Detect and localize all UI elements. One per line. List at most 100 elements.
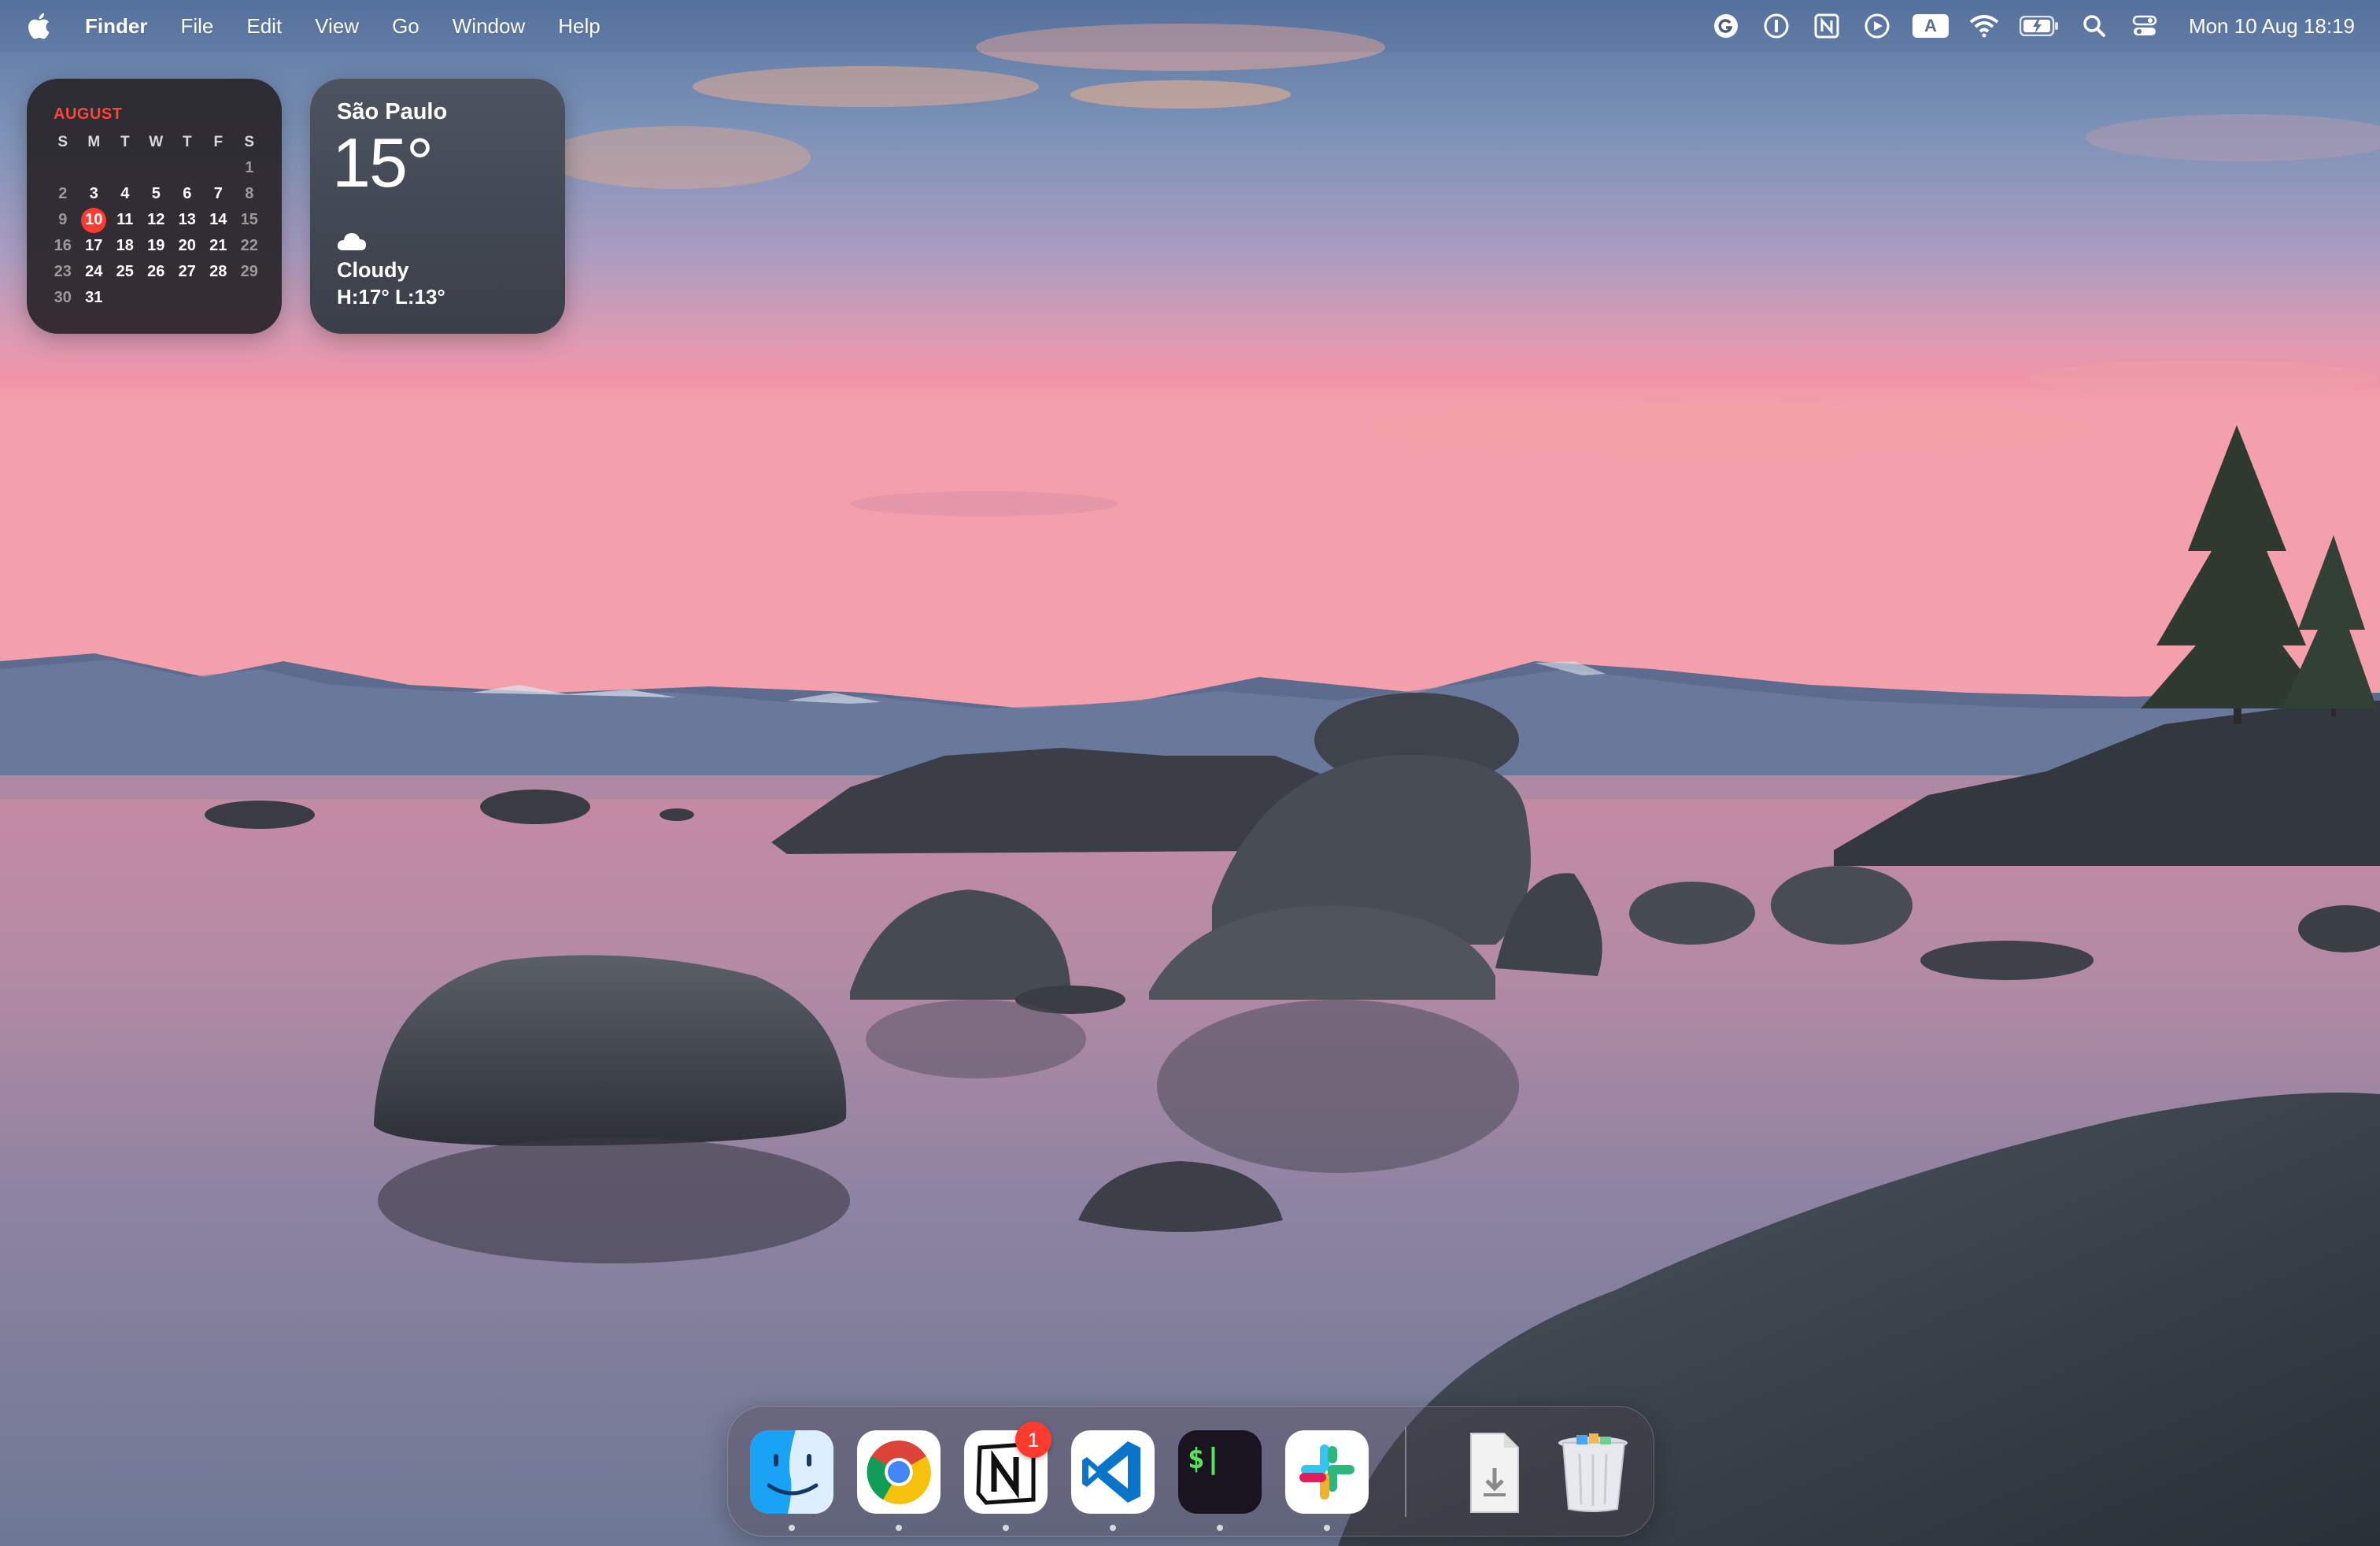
running-indicator-slack xyxy=(1324,1525,1330,1531)
calendar-month: AUGUST xyxy=(54,105,123,123)
finder-icon xyxy=(750,1430,833,1514)
notion-menubar-icon[interactable] xyxy=(1811,10,1842,42)
wifi-icon[interactable] xyxy=(1968,10,2000,42)
downloads-stack-icon xyxy=(1451,1430,1534,1514)
calendar-weekday-header: S xyxy=(244,133,255,150)
terminal-prompt: $| xyxy=(1188,1443,1222,1475)
calendar-weekday-header: T xyxy=(182,133,192,150)
desktop: Finder File Edit View Go Window Help A M… xyxy=(0,0,2380,1546)
calendar-day[interactable]: 12 xyxy=(141,207,172,233)
menu-help[interactable]: Help xyxy=(558,14,600,39)
input-source-label: A xyxy=(1924,16,1937,35)
menu-go[interactable]: Go xyxy=(392,14,419,39)
calendar-empty-cell xyxy=(79,155,110,181)
terminal-icon: $| xyxy=(1178,1430,1262,1514)
cloud-icon xyxy=(337,231,367,252)
calendar-empty-cell xyxy=(109,155,141,181)
calendar-empty-cell xyxy=(203,285,235,311)
dock-divider xyxy=(1405,1427,1406,1517)
menu-file[interactable]: File xyxy=(180,14,213,39)
running-indicator-terminal xyxy=(1217,1525,1223,1531)
calendar-day[interactable]: 7 xyxy=(203,181,235,207)
menu-app-name[interactable]: Finder xyxy=(85,14,147,39)
calendar-day[interactable]: 25 xyxy=(109,259,141,285)
calendar-day[interactable]: 13 xyxy=(172,207,203,233)
calendar-day[interactable]: 17 xyxy=(79,233,110,259)
calendar-weekday-header: S xyxy=(57,133,68,150)
calendar-day[interactable]: 1 xyxy=(234,155,265,181)
calendar-empty-cell xyxy=(141,155,172,181)
dock-terminal[interactable]: $| xyxy=(1178,1430,1262,1514)
calendar-day[interactable]: 9 xyxy=(47,207,79,233)
calendar-day[interactable]: 18 xyxy=(109,233,141,259)
calendar-day[interactable]: 8 xyxy=(234,181,265,207)
dock-finder[interactable] xyxy=(750,1430,833,1514)
weather-high-low: H:17° L:13° xyxy=(337,285,445,309)
calendar-day[interactable]: 23 xyxy=(47,259,79,285)
notion-notification-badge: 1 xyxy=(1015,1422,1051,1458)
calendar-empty-cell xyxy=(234,285,265,311)
calendar-today-label: 10 xyxy=(81,207,107,233)
calendar-empty-cell xyxy=(172,285,203,311)
calendar-day[interactable]: 19 xyxy=(141,233,172,259)
calendar-day[interactable]: 29 xyxy=(234,259,265,285)
onepassword-icon[interactable] xyxy=(1761,10,1792,42)
calendar-day[interactable]: 21 xyxy=(203,233,235,259)
calendar-day[interactable]: 15 xyxy=(234,207,265,233)
dock-slack[interactable] xyxy=(1285,1430,1369,1514)
calendar-empty-cell xyxy=(203,155,235,181)
weather-condition: Cloudy xyxy=(337,258,409,282)
calendar-day[interactable]: 3 xyxy=(79,181,110,207)
input-source-icon[interactable]: A xyxy=(1912,10,1949,42)
vscode-icon xyxy=(1071,1430,1155,1514)
calendar-weekday-header: F xyxy=(213,133,224,150)
calendar-day[interactable]: 2 xyxy=(47,181,79,207)
calendar-widget[interactable]: AUGUST S M T W T F S 1 2 3 4 5 6 7 8 9 10 11 12 13 14 15 16 17 1… xyxy=(27,79,282,334)
calendar-day[interactable]: 4 xyxy=(109,181,141,207)
dock: $| xyxy=(727,1406,1654,1537)
battery-icon[interactable] xyxy=(2019,10,2060,42)
calendar-day[interactable]: 30 xyxy=(47,285,79,311)
weather-widget[interactable]: São Paulo 15° Cloudy H:17° L:13° xyxy=(310,79,565,334)
calendar-day[interactable]: 31 xyxy=(79,285,110,311)
trash-icon xyxy=(1551,1430,1635,1514)
running-indicator-chrome xyxy=(896,1525,902,1531)
calendar-day[interactable]: 22 xyxy=(234,233,265,259)
slack-icon xyxy=(1285,1430,1369,1514)
dock-downloads[interactable] xyxy=(1451,1430,1534,1514)
calendar-weekday-header: W xyxy=(149,133,164,150)
calendar-day[interactable]: 20 xyxy=(172,233,203,259)
calendar-empty-cell xyxy=(141,285,172,311)
calendar-day[interactable]: 5 xyxy=(141,181,172,207)
control-center-icon[interactable] xyxy=(2129,10,2160,42)
calendar-grid: S M T W T F S 1 2 3 4 5 6 7 8 9 10 11 12 13 14 15 16 17 18 19 20 21… xyxy=(47,129,265,311)
spotlight-search-icon[interactable] xyxy=(2079,10,2110,42)
calendar-day[interactable]: 11 xyxy=(109,207,141,233)
calendar-day[interactable]: 26 xyxy=(141,259,172,285)
calendar-weekday-header: T xyxy=(120,133,130,150)
dock-chrome[interactable] xyxy=(857,1430,941,1514)
menu-edit[interactable]: Edit xyxy=(246,14,282,39)
running-indicator-vscode xyxy=(1110,1525,1116,1531)
calendar-day[interactable]: 24 xyxy=(79,259,110,285)
weather-city: São Paulo xyxy=(337,99,448,124)
calendar-empty-cell xyxy=(47,155,79,181)
calendar-empty-cell xyxy=(109,285,141,311)
calendar-day-today[interactable]: 10 xyxy=(79,207,110,233)
apple-menu-icon[interactable] xyxy=(27,10,58,42)
play-icon[interactable] xyxy=(1861,10,1893,42)
dock-trash[interactable] xyxy=(1551,1430,1635,1514)
calendar-weekday-header: M xyxy=(87,133,101,150)
menubar-clock[interactable]: Mon 10 Aug 18:19 xyxy=(2189,14,2355,39)
menu-view[interactable]: View xyxy=(315,14,359,39)
chrome-icon xyxy=(857,1430,941,1514)
menu-window[interactable]: Window xyxy=(453,14,525,39)
calendar-day[interactable]: 16 xyxy=(47,233,79,259)
calendar-day[interactable]: 14 xyxy=(203,207,235,233)
calendar-day[interactable]: 27 xyxy=(172,259,203,285)
grammarly-icon[interactable] xyxy=(1710,10,1742,42)
dock-vscode[interactable] xyxy=(1071,1430,1155,1514)
weather-temperature: 15° xyxy=(332,124,434,202)
calendar-day[interactable]: 28 xyxy=(203,259,235,285)
calendar-day[interactable]: 6 xyxy=(172,181,203,207)
